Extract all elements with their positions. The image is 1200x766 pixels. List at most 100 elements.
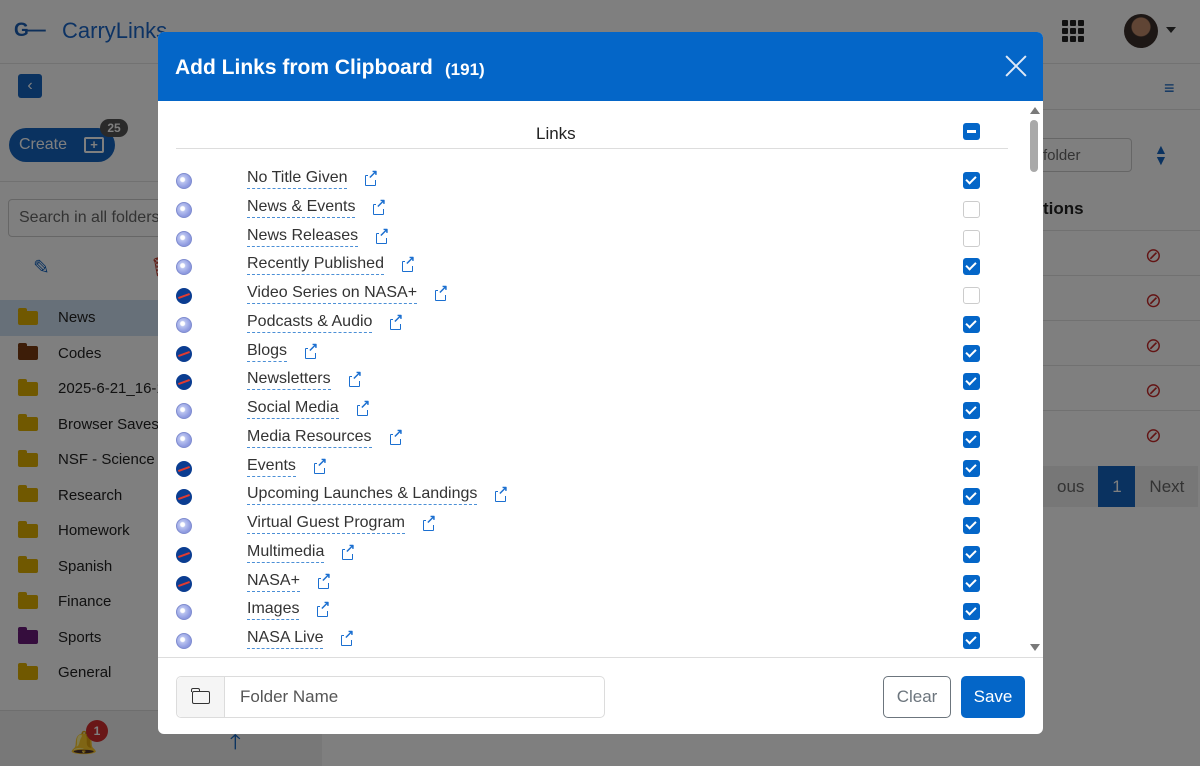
links-table-header: Links xyxy=(176,123,1008,149)
link-checkbox[interactable] xyxy=(963,574,980,592)
globe-icon xyxy=(176,431,192,448)
link-row: Virtual Guest Program xyxy=(176,512,1008,540)
link-title[interactable]: NASA+ xyxy=(247,572,300,592)
link-checkbox[interactable] xyxy=(963,402,980,419)
link-title-text: Multimedia xyxy=(247,542,325,560)
link-checkbox[interactable] xyxy=(963,488,980,506)
link-title[interactable]: Multimedia xyxy=(247,542,325,563)
external-link-icon[interactable] xyxy=(376,225,390,244)
link-row: News Releases xyxy=(176,225,1008,253)
external-link-icon[interactable] xyxy=(342,541,356,560)
link-row: NASA Live xyxy=(176,627,1008,655)
folder-name-group xyxy=(176,676,605,718)
link-row: Newsletters xyxy=(176,368,1008,396)
external-link-icon[interactable] xyxy=(318,570,332,589)
link-row: No Title Given xyxy=(176,167,1008,195)
select-all-checkbox[interactable] xyxy=(963,123,980,140)
link-title[interactable]: Newsletters xyxy=(247,370,331,391)
globe-icon xyxy=(176,518,192,534)
scroll-down-arrow-icon[interactable] xyxy=(1030,644,1040,651)
link-title[interactable]: Virtual Guest Program xyxy=(247,514,405,534)
link-checkbox[interactable] xyxy=(963,632,980,649)
link-row: Media Resources xyxy=(176,426,1008,454)
external-link-icon[interactable] xyxy=(390,426,404,445)
link-checkbox[interactable] xyxy=(963,545,980,563)
external-link-icon[interactable] xyxy=(423,513,437,531)
link-checkbox[interactable] xyxy=(963,200,980,218)
save-button[interactable]: Save xyxy=(961,676,1025,718)
close-icon[interactable] xyxy=(1004,54,1028,78)
link-title-text: NASA Live xyxy=(247,629,324,646)
link-row: News & Events xyxy=(176,196,1008,224)
link-title-text: Podcasts & Audio xyxy=(247,312,373,330)
external-link-icon[interactable] xyxy=(314,455,328,474)
link-title-text: Upcoming Launches & Landings xyxy=(247,485,478,503)
link-checkbox[interactable] xyxy=(963,315,980,333)
link-row: Social Media xyxy=(176,397,1008,425)
modal-header: Add Links from Clipboard (191) xyxy=(158,32,1043,101)
link-checkbox[interactable] xyxy=(963,517,980,534)
external-link-icon[interactable] xyxy=(365,168,379,186)
external-link-icon[interactable] xyxy=(349,369,363,388)
external-link-icon[interactable] xyxy=(317,599,331,618)
link-checkbox[interactable] xyxy=(963,229,980,247)
folder-name-input[interactable] xyxy=(226,677,604,717)
link-row: Recently Published xyxy=(176,253,1008,281)
link-title[interactable]: Media Resources xyxy=(247,428,372,448)
link-checkbox[interactable] xyxy=(963,430,980,448)
link-row: Multimedia xyxy=(176,541,1008,569)
external-link-icon[interactable] xyxy=(390,311,404,330)
scrollbar-thumb[interactable] xyxy=(1030,120,1038,172)
nasa-logo-icon xyxy=(176,546,192,563)
modal-title: Add Links from Clipboard xyxy=(175,56,433,79)
link-row: Podcasts & Audio xyxy=(176,311,1008,339)
folder-addon xyxy=(177,677,225,717)
nasa-logo-icon xyxy=(176,575,192,592)
link-title[interactable]: Images xyxy=(247,600,300,621)
external-link-icon[interactable] xyxy=(357,398,371,416)
link-title[interactable]: News Releases xyxy=(247,226,359,247)
link-title[interactable]: No Title Given xyxy=(247,169,348,189)
link-title-text: Images xyxy=(247,600,300,618)
link-checkbox[interactable] xyxy=(963,172,980,189)
link-title[interactable]: Upcoming Launches & Landings xyxy=(247,485,478,506)
modal-footer: Clear Save xyxy=(158,657,1043,734)
link-title-text: News Releases xyxy=(247,226,359,244)
add-links-modal: Add Links from Clipboard (191) Links No … xyxy=(158,32,1043,734)
external-link-icon[interactable] xyxy=(435,283,449,301)
link-title[interactable]: Podcasts & Audio xyxy=(247,312,373,333)
scrollbar[interactable] xyxy=(1028,101,1042,657)
external-link-icon[interactable] xyxy=(402,254,416,273)
globe-icon xyxy=(176,316,192,333)
globe-icon xyxy=(176,173,192,189)
link-checkbox[interactable] xyxy=(963,258,980,276)
link-title-text: Blogs xyxy=(247,341,288,359)
link-row: Upcoming Launches & Landings xyxy=(176,483,1008,511)
globe-icon xyxy=(176,403,192,419)
link-checkbox[interactable] xyxy=(963,459,980,477)
link-checkbox[interactable] xyxy=(963,287,980,304)
link-checkbox[interactable] xyxy=(963,344,980,362)
external-link-icon[interactable] xyxy=(305,340,319,359)
globe-icon xyxy=(176,201,192,218)
globe-icon xyxy=(176,230,192,247)
link-title[interactable]: Recently Published xyxy=(247,255,384,276)
external-link-icon[interactable] xyxy=(341,628,355,646)
external-link-icon[interactable] xyxy=(495,484,509,503)
link-title[interactable]: Blogs xyxy=(247,341,288,362)
globe-icon xyxy=(176,633,192,649)
link-title[interactable]: NASA Live xyxy=(247,629,324,649)
nasa-logo-icon xyxy=(176,460,192,477)
links-list: Links No Title Given News & Events News Re… xyxy=(158,101,1043,657)
scroll-up-arrow-icon[interactable] xyxy=(1030,107,1040,114)
link-title[interactable]: Events xyxy=(247,457,296,477)
link-row: Events xyxy=(176,455,1008,483)
link-checkbox[interactable] xyxy=(963,603,980,621)
link-title[interactable]: Video Series on NASA+ xyxy=(247,284,418,304)
clear-button[interactable]: Clear xyxy=(883,676,951,718)
nasa-logo-icon xyxy=(176,489,192,506)
link-checkbox[interactable] xyxy=(963,373,980,391)
link-title[interactable]: News & Events xyxy=(247,198,356,218)
link-title[interactable]: Social Media xyxy=(247,399,339,419)
external-link-icon[interactable] xyxy=(373,196,387,215)
